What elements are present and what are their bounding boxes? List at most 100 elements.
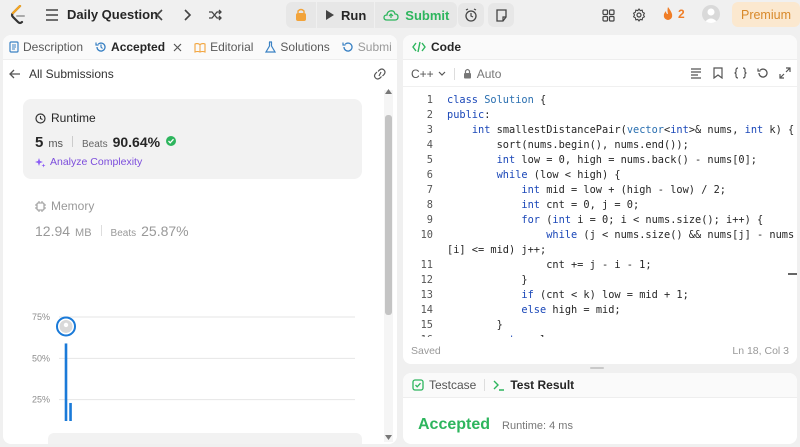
code-text[interactable]: sort(nums.begin(), nums.end()); bbox=[447, 139, 689, 151]
code-text[interactable]: while (j < nums.size() && nums[j] - nums bbox=[447, 229, 794, 241]
resize-handle[interactable] bbox=[590, 367, 604, 369]
runtime-distribution-chart[interactable]: 75%50%25%0%6ms131ms256ms382ms507ms632ms bbox=[3, 271, 363, 421]
checkbox-icon bbox=[412, 379, 424, 391]
tab-submissions[interactable]: Submi bbox=[336, 35, 397, 60]
code-text[interactable]: cnt += j - i - 1; bbox=[447, 259, 651, 271]
braces-icon[interactable] bbox=[734, 67, 747, 82]
tab-test-result[interactable]: Test Result bbox=[493, 378, 574, 392]
chart-bar[interactable] bbox=[69, 402, 72, 421]
verdict-label: Accepted bbox=[418, 416, 491, 433]
y-tick-label: 25% bbox=[32, 395, 50, 405]
cloud-upload-icon bbox=[383, 10, 399, 21]
format-lines-icon[interactable] bbox=[690, 67, 702, 82]
reset-icon[interactable] bbox=[757, 67, 769, 82]
code-line[interactable]: 9 for (int i = 0; i < nums.size(); i++) … bbox=[403, 214, 793, 229]
premium-button[interactable]: Premium bbox=[732, 2, 800, 27]
tab-testcase[interactable]: Testcase bbox=[412, 378, 476, 392]
line-number: 2 bbox=[426, 109, 433, 121]
code-editor[interactable]: 1 class Solution { 2 public: 3 int smallestD… bbox=[403, 92, 797, 337]
code-line[interactable]: 13 if (cnt < k) low = mid + 1; bbox=[403, 289, 793, 304]
code-line[interactable]: 10 while (j < nums.size() && nums[j] - n… bbox=[403, 229, 795, 244]
note-icon[interactable] bbox=[488, 3, 514, 27]
scroll-down-icon[interactable] bbox=[384, 433, 393, 441]
all-submissions-label[interactable]: All Submissions bbox=[29, 67, 114, 81]
leetcode-logo-icon[interactable] bbox=[10, 4, 26, 25]
analyze-complexity-label[interactable]: Analyze Complexity bbox=[50, 156, 142, 168]
next-problem-chevron-right-icon[interactable] bbox=[177, 5, 197, 25]
prev-problem-chevron-left-icon[interactable] bbox=[150, 5, 170, 25]
memory-header[interactable]: Memory bbox=[35, 199, 94, 213]
memory-beats-label: Beats bbox=[110, 228, 137, 239]
y-tick-label: 50% bbox=[32, 353, 50, 363]
close-icon[interactable] bbox=[173, 43, 182, 52]
code-line[interactable]: 5 int low = 0, high = nums.back() - nums… bbox=[403, 154, 793, 169]
code-line[interactable]: 3 int smallestDistancePair(vector<int>& … bbox=[403, 124, 794, 139]
sparkle-icon bbox=[35, 157, 46, 167]
tab-solutions[interactable]: Solutions bbox=[259, 35, 335, 60]
code-text[interactable]: int low = 0, high = nums.back() - nums[0… bbox=[447, 154, 757, 166]
tab-accepted[interactable]: Accepted bbox=[89, 35, 188, 60]
scroll-up-icon[interactable] bbox=[384, 87, 393, 95]
debug-icon[interactable] bbox=[286, 2, 316, 28]
code-line[interactable]: 1 class Solution { bbox=[403, 94, 793, 109]
code-text[interactable]: public: bbox=[447, 109, 490, 121]
line-number: 1 bbox=[426, 94, 433, 106]
link-icon[interactable] bbox=[373, 68, 387, 80]
lock-icon bbox=[463, 68, 471, 79]
shuffle-icon[interactable] bbox=[205, 5, 225, 25]
bookmark-icon[interactable] bbox=[713, 67, 723, 82]
layout-grid-icon[interactable] bbox=[598, 5, 618, 25]
submit-label: Submit bbox=[405, 7, 450, 23]
document-icon bbox=[9, 41, 19, 53]
code-text[interactable]: int cnt = 0, j = 0; bbox=[447, 199, 639, 211]
code-line[interactable]: 8 int cnt = 0, j = 0; bbox=[403, 199, 793, 214]
code-line[interactable]: 4 sort(nums.begin(), nums.end()); bbox=[403, 139, 793, 154]
code-line[interactable]: 15 } bbox=[403, 319, 793, 334]
run-button[interactable]: Run bbox=[317, 2, 374, 28]
arrow-left-icon[interactable] bbox=[9, 69, 21, 79]
problem-list-icon[interactable] bbox=[42, 5, 62, 25]
code-panel-title: Code bbox=[431, 40, 461, 54]
chart-bar[interactable] bbox=[64, 343, 68, 421]
user-avatar[interactable] bbox=[702, 5, 720, 23]
back-to-submissions[interactable]: All Submissions bbox=[3, 61, 397, 87]
code-text[interactable]: while (low < high) { bbox=[447, 169, 621, 181]
tab-test-result-label: Test Result bbox=[510, 378, 575, 392]
cursor-position: Ln 18, Col 3 bbox=[732, 344, 789, 357]
tab-description[interactable]: Description bbox=[3, 35, 89, 60]
submit-button[interactable]: Submit bbox=[375, 2, 457, 28]
code-text[interactable]: } bbox=[447, 274, 527, 286]
clap-icon bbox=[166, 136, 177, 146]
code-text[interactable]: [i] <= mid) j++; bbox=[447, 244, 546, 256]
code-text[interactable]: int mid = low + (high - low) / 2; bbox=[447, 184, 726, 196]
problem-title[interactable]: Daily Question bbox=[67, 7, 158, 22]
alarm-clock-icon[interactable] bbox=[458, 3, 484, 27]
result-runtime: Runtime: 4 ms bbox=[502, 420, 573, 432]
my-submission-marker[interactable] bbox=[56, 316, 76, 337]
code-line[interactable]: 2 public: bbox=[403, 109, 793, 124]
history-icon bbox=[95, 42, 106, 52]
code-line[interactable]: 7 int mid = low + (high - low) / 2; bbox=[403, 184, 793, 199]
language-select[interactable]: C++ bbox=[411, 67, 446, 81]
expand-icon[interactable] bbox=[779, 67, 791, 82]
analyze-complexity-link[interactable]: Analyze Complexity bbox=[35, 156, 142, 168]
code-text[interactable]: if (cnt < k) low = mid + 1; bbox=[447, 289, 688, 301]
line-number: 10 bbox=[420, 229, 433, 241]
gear-icon[interactable] bbox=[629, 5, 649, 25]
code-text[interactable]: int smallestDistancePair(vector<int>& nu… bbox=[447, 124, 794, 136]
code-text[interactable]: else high = mid; bbox=[447, 304, 620, 316]
code-line[interactable]: 12 } bbox=[403, 274, 793, 289]
auto-mode-toggle[interactable]: Auto bbox=[463, 67, 501, 81]
code-line[interactable]: 6 while (low < high) { bbox=[403, 169, 793, 184]
code-line[interactable]: [i] <= mid) j++; bbox=[403, 244, 793, 259]
tab-editorial[interactable]: Editorial bbox=[188, 35, 259, 60]
code-text[interactable]: for (int i = 0; i < nums.size(); i++) { bbox=[447, 214, 763, 226]
streak-counter[interactable]: 2 bbox=[662, 6, 685, 21]
play-icon bbox=[326, 10, 334, 20]
code-text[interactable]: } bbox=[447, 319, 503, 331]
code-text[interactable]: class Solution { bbox=[447, 94, 546, 106]
code-line[interactable]: 14 else high = mid; bbox=[403, 304, 793, 319]
fire-icon bbox=[663, 7, 673, 20]
code-line[interactable]: 11 cnt += j - i - 1; bbox=[403, 259, 793, 274]
scrollbar-thumb[interactable] bbox=[385, 115, 392, 315]
